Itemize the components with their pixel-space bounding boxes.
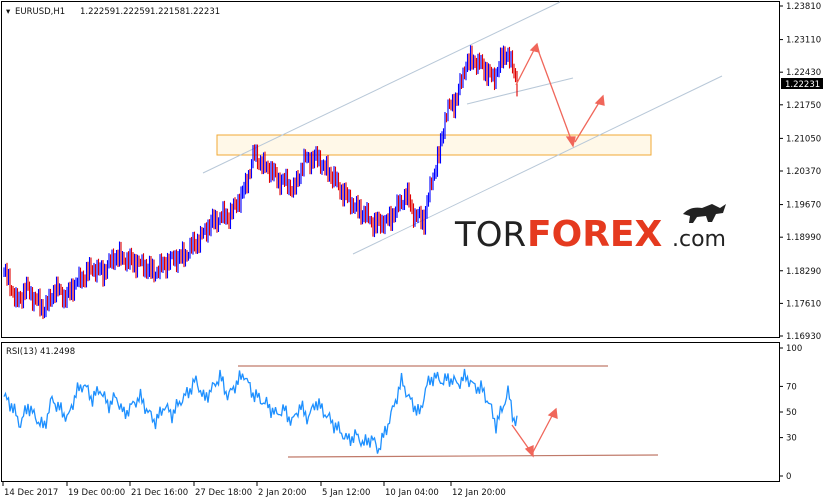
x-tick-label: 10 Jan 04:00 [385,488,439,498]
y-tick-label: 1.21050 [786,134,821,144]
logo-forex: FOREX [527,214,663,255]
logo-com: .com [672,227,726,252]
x-tick-label: 12 Jan 20:00 [452,488,506,498]
y-tick-label: 1.21750 [786,101,821,111]
rsi-y-tick-label: 50 [786,408,797,418]
y-tick-label: 1.16930 [786,332,821,342]
x-tick-label: 5 Jan 12:00 [322,488,370,498]
ohlc-close: 1.22231 [185,7,220,17]
rsi-y-tick-label: 30 [786,434,797,444]
y-tick-label: 1.18290 [786,267,821,277]
price-chart: 1.22231 ▾ EURUSD,H1 1.22259 1.22259 1.22… [1,1,823,498]
ohlc-high: 1.22259 [115,7,150,17]
chart-header-icon: ▾ [6,7,11,17]
rsi-y-tick-label: 100 [786,344,802,354]
rsi-y-tick-label: 70 [786,382,797,392]
y-tick-label: 1.18990 [786,233,821,243]
logo-tor: TOR [454,215,526,255]
ohlc-open: 1.22259 [80,7,115,17]
x-tick-label: 21 Dec 16:00 [131,488,188,498]
x-tick-label: 14 Dec 2017 [4,488,58,498]
support-zone [216,134,652,156]
y-axis-rsi: 100 70 50 30 0 [779,344,802,482]
y-tick-label: 1.23810 [786,2,821,12]
symbol-header: EURUSD,H1 [15,7,65,17]
last-price-label: 1.22231 [785,80,820,90]
rsi-y-tick-label: 0 [786,472,791,482]
y-tick-label: 1.20370 [786,167,821,177]
y-axis-main: 1.23810 1.23110 1.22430 1.21750 1.21050 1.203… [779,2,821,342]
main-panel-frame [1,1,780,338]
x-tick-label: 2 Jan 20:00 [258,488,306,498]
rsi-header: RSI(13) 41.2498 [6,347,75,357]
x-axis: 14 Dec 2017 19 Dec 00:00 21 Dec 16:00 27 De… [2,482,506,498]
y-tick-label: 1.22430 [786,68,821,78]
y-tick-label: 1.23110 [786,36,821,46]
x-tick-label: 19 Dec 00:00 [68,488,125,498]
x-tick-label: 27 Dec 18:00 [195,488,252,498]
ohlc-low: 1.22158 [150,7,185,17]
y-tick-label: 1.19670 [786,201,821,211]
y-tick-label: 1.17610 [786,299,821,309]
